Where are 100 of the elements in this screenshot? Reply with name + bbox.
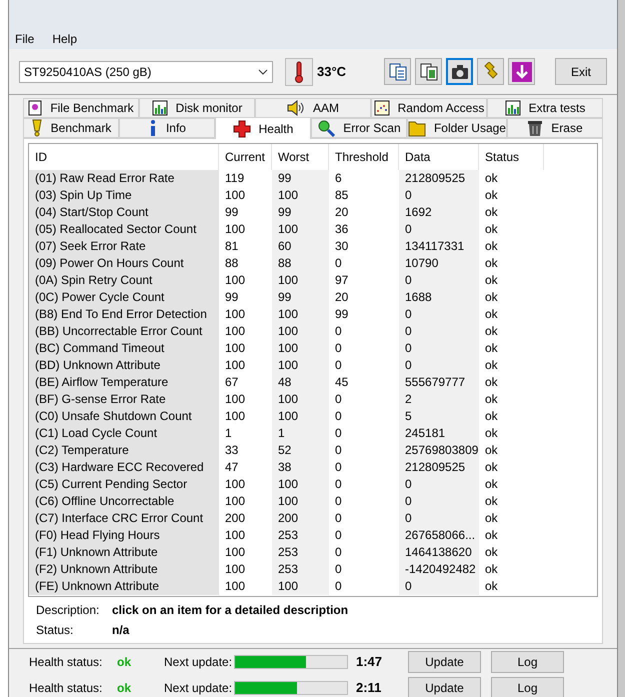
table-cell-text: (05) Reallocated Sector Count (34, 221, 198, 238)
table-cell-text: ok (484, 238, 499, 255)
table-cell-text: 2 (404, 391, 413, 408)
tab[interactable]: Error Scan (310, 118, 407, 138)
table-cell-text: 253 (277, 544, 300, 561)
table-cell-text: (FE) Unknown Attribute (34, 578, 160, 595)
table-cell-text: 267658066... (404, 527, 476, 544)
table-cell-text: ok (484, 170, 499, 187)
tab[interactable]: Health (214, 117, 311, 139)
magnifier-icon (317, 119, 336, 137)
table-cell-text: 0 (334, 459, 343, 476)
table-cell-text: 100 (224, 323, 246, 340)
table-cell-text: ok (484, 391, 499, 408)
table-cell-text: 0 (334, 255, 343, 272)
table-cell-text: 99 (334, 306, 350, 323)
table-cell-text: 212809525 (404, 170, 466, 187)
log-button[interactable]: Log (491, 651, 564, 673)
table-cell-text: (C1) Load Cycle Count (34, 425, 158, 442)
menu-item[interactable]: Help (52, 30, 78, 48)
column-header[interactable]: Current (219, 144, 272, 170)
tab[interactable]: File Benchmark (23, 98, 139, 118)
table-cell-text: ok (484, 221, 499, 238)
table-cell-text: 0 (404, 272, 413, 289)
table-cell-text: 0 (334, 544, 343, 561)
table-cell-text: 100 (277, 306, 300, 323)
log-button[interactable]: Log (491, 677, 564, 697)
table-cell-text: 0 (404, 510, 413, 527)
table-cell-text: ok (484, 357, 499, 374)
table-cell-text: 212809525 (404, 459, 466, 476)
table-cell-text: 100 (224, 187, 246, 204)
toolbar-button[interactable] (415, 58, 442, 85)
table-cell-text: 81 (224, 238, 240, 255)
table-cell-text: (BF) G-sense Error Rate (34, 391, 167, 408)
exit-button[interactable]: Exit (555, 58, 607, 85)
table-cell-text: 100 (224, 272, 246, 289)
table-cell-text: 48 (277, 374, 292, 391)
table-cell-text: 0 (334, 425, 343, 442)
table-cell-text: 20 (334, 204, 350, 221)
table-cell-text: 100 (277, 493, 300, 510)
table-cell-text: 1688 (404, 289, 433, 306)
table-cell-text: 0 (334, 578, 343, 595)
table-cell-text: 100 (224, 544, 246, 561)
toolbar-button[interactable] (508, 58, 535, 85)
table-cell-text: (07) Seek Error Rate (34, 238, 147, 255)
table-cell-text: 100 (224, 493, 246, 510)
table-cell-text: ok (484, 340, 499, 357)
description-label: Description: (36, 602, 100, 619)
table-cell-text: 100 (224, 357, 246, 374)
table-cell-text: 0 (334, 493, 343, 510)
table-cell-text: (C7) Interface CRC Error Count (34, 510, 204, 527)
toolbar-button[interactable] (446, 58, 473, 85)
update-button[interactable]: Update (408, 651, 481, 673)
column-header[interactable]: Status (479, 144, 544, 170)
table-cell-text: 60 (277, 238, 292, 255)
tab[interactable]: Benchmark (23, 118, 119, 138)
table-cell-text: 99 (277, 204, 292, 221)
health-status-label: Health status: (29, 680, 104, 697)
table-cell-text: 100 (277, 476, 300, 493)
tab[interactable]: Extra tests (487, 98, 603, 118)
tab[interactable]: Info (118, 118, 215, 138)
table-cell-text: (C2) Temperature (34, 442, 130, 459)
column-header[interactable]: Threshold (329, 144, 399, 170)
table-cell-text: 100 (277, 323, 300, 340)
table-cell-text: 100 (224, 306, 246, 323)
update-button[interactable]: Update (408, 677, 481, 697)
table-cell-text: 10790 (404, 255, 440, 272)
menu-item[interactable]: File (15, 30, 34, 48)
table-cell-text: 555679777 (404, 374, 466, 391)
table-cell-text: 0 (404, 306, 413, 323)
status-value: n/a (112, 622, 130, 639)
table-cell-text: 0 (404, 340, 413, 357)
thermometer-icon (294, 60, 304, 82)
table-cell-text: ok (484, 272, 499, 289)
table-cell-text: 100 (224, 221, 246, 238)
next-update-label: Next update: (164, 680, 234, 697)
table-cell-text: ok (484, 578, 499, 595)
table-cell-text: 200 (224, 510, 246, 527)
tab[interactable]: Random Access (371, 98, 487, 118)
table-cell-text: 0 (404, 357, 413, 374)
bar-chart-icon (152, 100, 168, 116)
table-cell-text: 100 (224, 561, 246, 578)
table-cell-text: 67 (224, 374, 240, 391)
tab[interactable]: Disk monitor (139, 98, 255, 118)
table-cell-text: ok (484, 255, 499, 272)
table-cell-text: 134117331 (404, 238, 466, 255)
tab[interactable]: Erase (506, 118, 603, 138)
table-cell-text: 0 (334, 527, 343, 544)
table-cell-text: 33 (224, 442, 240, 459)
tab[interactable]: AAM (255, 98, 371, 118)
table-cell-text: ok (484, 289, 499, 306)
toolbar-button[interactable] (384, 58, 411, 85)
table-cell-text: (F2) Unknown Attribute (34, 561, 159, 578)
table-cell-text: 0 (334, 476, 343, 493)
tab[interactable]: Folder Usage (406, 118, 507, 138)
table-cell-text: 100 (277, 187, 300, 204)
table-cell-text: (03) Spin Up Time (34, 187, 133, 204)
table-cell-text: 245181 (404, 425, 446, 442)
drive-select[interactable]: ST9250410AS (250 gB) (19, 60, 273, 82)
table-cell-text: 0 (404, 476, 413, 493)
table-cell-text: 200 (277, 510, 300, 527)
